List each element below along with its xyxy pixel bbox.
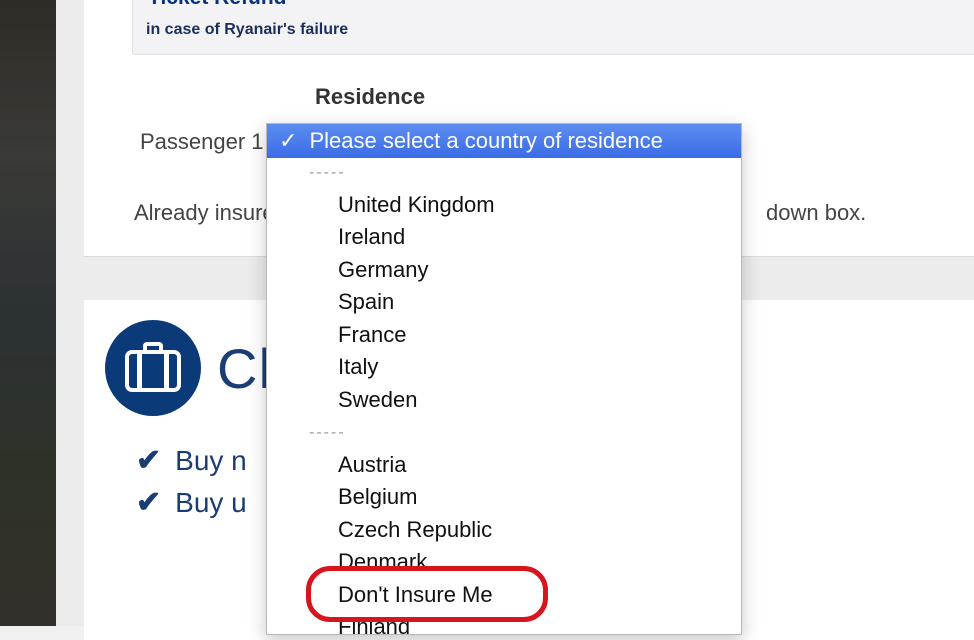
bullet-buy-up: ✔ Buy u bbox=[136, 485, 247, 520]
dropdown-option-selected[interactable]: ✓ Please select a country of residence bbox=[267, 124, 741, 158]
selected-option-label: Please select a country of residence bbox=[309, 128, 663, 153]
already-insured-text-end: down box. bbox=[766, 200, 867, 225]
ticket-refund-subtitle: in case of Ryanair's failure bbox=[146, 21, 349, 38]
highlight-annotation bbox=[306, 566, 548, 622]
background-edge bbox=[0, 0, 56, 626]
option-sweden[interactable]: Sweden bbox=[338, 387, 418, 413]
checkmark-icon: ✓ bbox=[279, 128, 298, 153]
option-germany[interactable]: Germany bbox=[338, 257, 428, 283]
option-france[interactable]: France bbox=[338, 322, 406, 348]
ticket-refund-title: Ticket Refund bbox=[148, 0, 286, 10]
dropdown-separator: ----- bbox=[309, 424, 346, 441]
checkmark-icon: ✔ bbox=[136, 444, 162, 477]
bullet-buy-now: ✔ Buy n bbox=[136, 443, 247, 478]
bullet-text: Buy n bbox=[175, 444, 247, 476]
option-spain[interactable]: Spain bbox=[338, 289, 394, 315]
passenger-1-label: Passenger 1 bbox=[140, 129, 264, 154]
bullet-text: Buy u bbox=[175, 486, 247, 518]
already-insured-text: Already insure bbox=[134, 200, 275, 225]
option-ireland[interactable]: Ireland bbox=[338, 224, 405, 250]
option-belgium[interactable]: Belgium bbox=[338, 484, 417, 510]
checkmark-icon: ✔ bbox=[136, 486, 162, 519]
option-austria[interactable]: Austria bbox=[338, 452, 406, 478]
option-czech-republic[interactable]: Czech Republic bbox=[338, 517, 492, 543]
residence-heading: Residence bbox=[315, 84, 426, 109]
option-italy[interactable]: Italy bbox=[338, 354, 378, 380]
option-united-kingdom[interactable]: United Kingdom bbox=[338, 192, 495, 218]
ticket-refund-box: Ticket Refund in case of Ryanair's failu… bbox=[132, 0, 974, 55]
suitcase-icon bbox=[105, 320, 201, 416]
dropdown-separator: ----- bbox=[309, 164, 346, 181]
country-of-residence-dropdown[interactable]: ✓ Please select a country of residence -… bbox=[266, 123, 742, 635]
